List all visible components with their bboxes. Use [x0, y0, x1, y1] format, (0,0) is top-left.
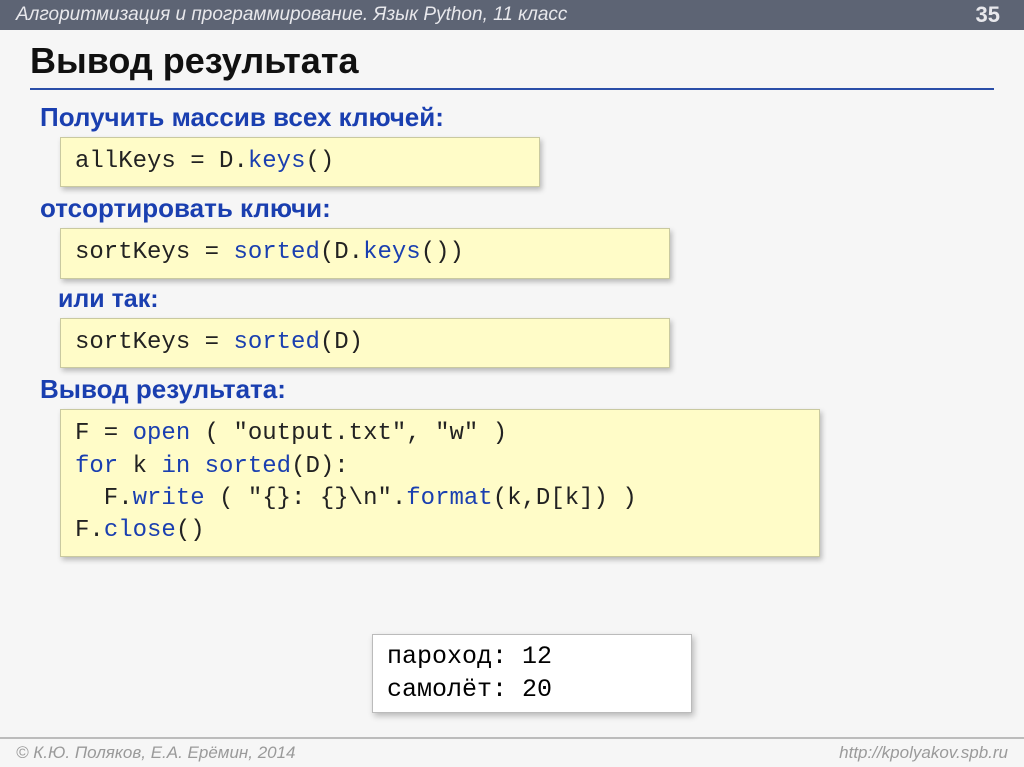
code-token: F.: [75, 485, 133, 512]
page-title: Вывод результата: [30, 40, 994, 82]
section-label-1: Получить массив всех ключей:: [40, 102, 984, 133]
code-token: ): [349, 329, 363, 356]
code-box-3: sortKeys = sorted(D): [60, 318, 670, 368]
code-token: "w": [435, 420, 478, 447]
code-token: (: [320, 329, 334, 356]
code-token: close: [104, 517, 176, 544]
code-token: .: [392, 485, 406, 512]
code-token: F: [75, 420, 89, 447]
code-token: open: [133, 420, 191, 447]
code-token: =: [89, 420, 132, 447]
content-area: Получить массив всех ключей: allKeys = D…: [0, 90, 1024, 557]
code-box-4: F = open ( "output.txt", "w" ) for k in …: [60, 409, 820, 557]
code-token: sortKeys: [75, 329, 190, 356]
code-token: write: [133, 485, 205, 512]
code-token: D: [334, 239, 348, 266]
code-token: =: [176, 148, 219, 175]
or-label: или так:: [58, 285, 984, 314]
code-token: (: [320, 239, 334, 266]
code-token: ,: [406, 420, 435, 447]
code-token: ()): [421, 239, 464, 266]
code-token: (): [305, 148, 334, 175]
output-line: самолёт: 20: [387, 675, 552, 704]
breadcrumb: Алгоритмизация и программирование. Язык …: [16, 4, 567, 26]
code-token: for: [75, 453, 118, 480]
code-box-1: allKeys = D.keys(): [60, 137, 540, 187]
slide-footer: © К.Ю. Поляков, Е.А. Ерёмин, 2014 http:/…: [0, 737, 1024, 767]
code-token: ): [478, 420, 507, 447]
output-box: пароход: 12 самолёт: 20: [372, 634, 692, 713]
code-token: [190, 453, 204, 480]
code-token: in: [161, 453, 190, 480]
footer-url: http://kpolyakov.spb.ru: [839, 743, 1008, 763]
code-token: (: [190, 420, 233, 447]
code-token: keys: [248, 148, 306, 175]
code-token: D: [219, 148, 233, 175]
code-token: (: [205, 485, 248, 512]
title-block: Вывод результата: [0, 30, 1024, 90]
code-token: allKeys: [75, 148, 176, 175]
code-token: sorted: [205, 453, 291, 480]
code-token: =: [190, 329, 233, 356]
code-token: k: [118, 453, 161, 480]
section-label-3: Вывод результата:: [40, 374, 984, 405]
code-token: .: [233, 148, 247, 175]
code-token: (k,: [493, 485, 536, 512]
code-token: "output.txt": [233, 420, 406, 447]
output-line: пароход: 12: [387, 642, 552, 671]
code-token: D: [305, 453, 319, 480]
code-token: .: [349, 239, 363, 266]
code-token: ):: [320, 453, 349, 480]
code-token: sorted: [233, 239, 319, 266]
code-box-2: sortKeys = sorted(D.keys()): [60, 228, 670, 278]
slide-header: Алгоритмизация и программирование. Язык …: [0, 0, 1024, 30]
code-token: sortKeys: [75, 239, 190, 266]
code-token: keys: [363, 239, 421, 266]
section-label-2: отсортировать ключи:: [40, 193, 984, 224]
code-token: (: [291, 453, 305, 480]
code-token: (): [176, 517, 205, 544]
page-number: 35: [968, 0, 1008, 30]
code-token: D[k]: [536, 485, 594, 512]
code-token: format: [406, 485, 492, 512]
code-token: "{}: {}\n": [248, 485, 392, 512]
code-token: F.: [75, 517, 104, 544]
copyright: © К.Ю. Поляков, Е.А. Ерёмин, 2014: [16, 743, 296, 763]
code-token: =: [190, 239, 233, 266]
code-token: ) ): [594, 485, 637, 512]
code-token: D: [334, 329, 348, 356]
code-token: sorted: [233, 329, 319, 356]
